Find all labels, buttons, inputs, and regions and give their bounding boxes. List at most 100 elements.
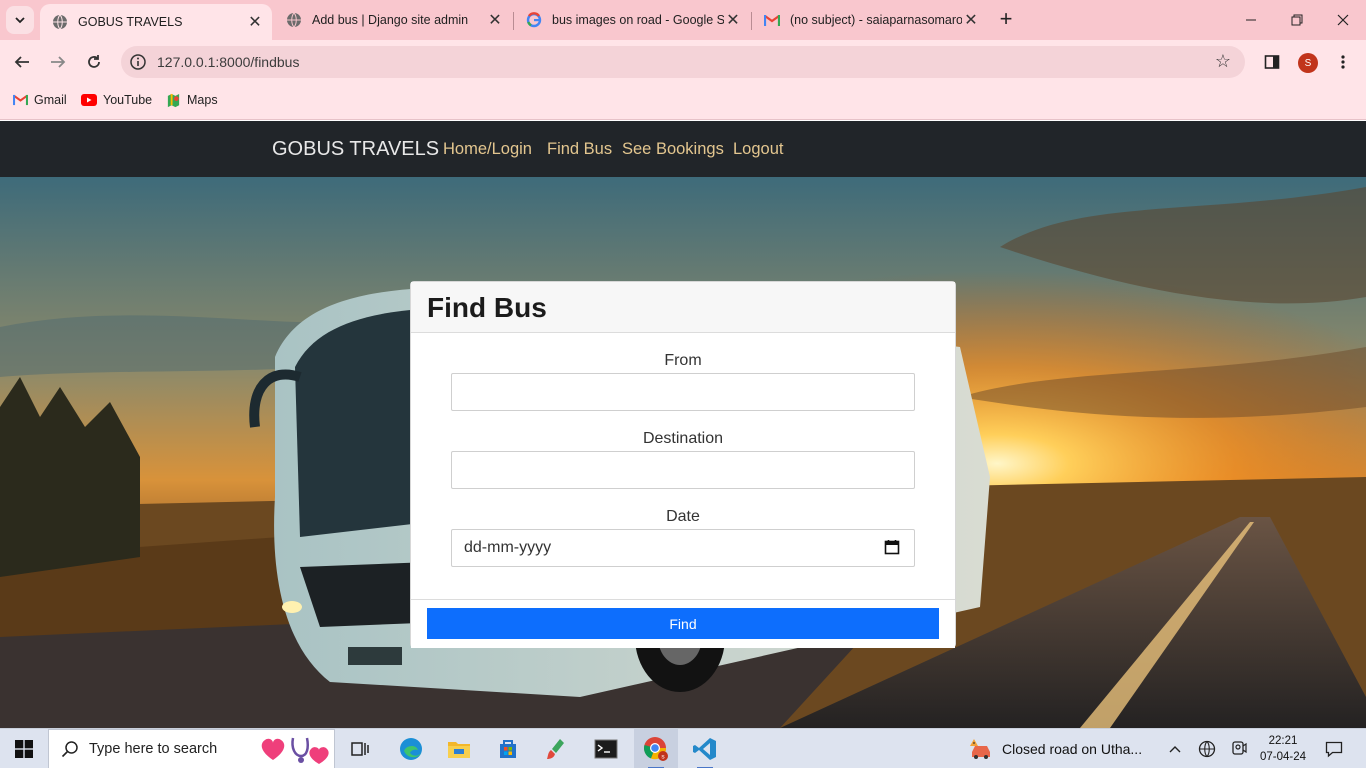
road-closure-icon[interactable] [966,729,996,768]
file-explorer-app[interactable] [438,729,480,768]
search-placeholder: Type here to search [89,741,218,757]
find-bus-card: Find Bus From Destination Date dd-mm-yyy… [410,281,956,648]
webcam-icon [1232,741,1247,755]
tab-google-search[interactable]: bus images on road - Google S ✕ [514,0,750,40]
nav-link-see-bookings[interactable]: See Bookings [622,140,724,159]
calendar-icon[interactable] [884,539,900,555]
window-close-button[interactable] [1320,0,1366,40]
card-header: Find Bus [411,282,955,333]
card-title: Find Bus [427,292,547,323]
site-brand[interactable]: GOBUS TRAVELS [272,138,439,161]
task-view-icon [351,742,369,756]
start-button[interactable] [0,729,48,768]
more-vertical-icon [1341,55,1345,69]
browser-toolbar: 127.0.0.1:8000/findbus ☆ [0,40,1366,84]
health-hearts-icon [261,737,329,764]
gmail-icon [12,92,28,108]
tab-title: Add bus | Django site admin [312,13,469,27]
url-text[interactable]: 127.0.0.1:8000/findbus [157,54,299,70]
find-button[interactable]: Find [427,608,939,639]
side-panel-icon [1264,55,1280,69]
paint-brush-icon [547,739,564,759]
close-icon[interactable]: ✕ [962,11,980,29]
date-input[interactable]: dd-mm-yyyy [451,529,915,567]
taskbar-search[interactable]: Type here to search [48,729,335,768]
restore-icon [1291,14,1303,26]
chevron-up-icon [1169,746,1181,753]
meet-now-button[interactable] [1228,729,1250,768]
gmail-icon [764,12,780,28]
profile-avatar[interactable]: S [1298,53,1318,73]
from-label: From [664,352,702,369]
chrome-icon: s [644,737,668,761]
clock-time: 22:21 [1268,735,1298,747]
notification-center-button[interactable] [1320,729,1348,768]
tab-gmail[interactable]: (no subject) - saiaparnasomaro ✕ [752,0,988,40]
bookmark-label: Maps [187,93,218,107]
vscode-icon [693,738,716,760]
restore-button[interactable] [1274,0,1320,40]
from-input[interactable] [451,373,915,411]
bookmark-gmail[interactable]: Gmail [12,92,67,108]
store-app[interactable] [487,729,529,768]
close-icon[interactable]: ✕ [246,13,264,31]
reload-icon [88,55,100,68]
new-tab-button[interactable]: + [994,8,1018,32]
destination-input[interactable] [451,451,915,489]
globe-icon [286,12,302,28]
system-clock[interactable]: 22:21 07-04-24 [1260,733,1306,765]
tab-gobus[interactable]: GOBUS TRAVELS ✕ [40,4,272,40]
clock-date: 07-04-24 [1260,751,1307,763]
google-icon [526,12,542,28]
vscode-app[interactable] [684,729,726,768]
minimize-icon [1246,19,1256,21]
nav-link-find-bus[interactable]: Find Bus [547,140,612,159]
edge-app[interactable] [390,729,432,768]
arrow-right-icon [51,56,66,68]
terminal-app[interactable] [585,729,627,768]
menu-button[interactable] [1329,48,1357,76]
page-viewport: GOBUS TRAVELS Home/Login Find Bus See Bo… [0,121,1366,728]
nav-link-home-login[interactable]: Home/Login [443,140,532,159]
bookmark-label: Gmail [34,93,67,107]
card-footer: Find [411,599,955,648]
reload-button[interactable] [80,48,108,76]
tab-title: GOBUS TRAVELS [78,15,183,29]
edge-icon [400,738,422,760]
youtube-icon [81,92,97,108]
minimize-button[interactable] [1228,0,1274,40]
address-bar[interactable]: 127.0.0.1:8000/findbus ☆ [121,46,1245,78]
task-view-button[interactable] [340,729,380,768]
car-alert-icon [970,739,990,759]
destination-label: Destination [642,430,724,447]
globe-icon [52,14,68,30]
search-icon [61,741,78,758]
bookmark-maps[interactable]: Maps [165,92,218,108]
nav-link-logout[interactable]: Logout [733,140,783,159]
tab-strip: GOBUS TRAVELS ✕ Add bus | Django site ad… [0,0,1366,40]
chat-bubble-icon [1325,741,1343,758]
forward-button[interactable] [44,48,72,76]
store-icon [500,740,516,758]
close-icon[interactable]: ✕ [486,11,504,29]
tab-title: (no subject) - saiaparnasomaro [790,13,962,27]
tab-django-admin[interactable]: Add bus | Django site admin ✕ [274,0,512,40]
notification-text[interactable]: Closed road on Utha... [1002,741,1142,757]
chrome-app[interactable]: s [634,729,678,768]
close-icon [1337,14,1349,26]
bookmarks-bar: Gmail YouTube Maps [0,84,1366,120]
side-panel-button[interactable] [1258,48,1286,76]
terminal-icon [594,739,618,759]
tray-overflow-button[interactable] [1165,729,1185,768]
date-placeholder: dd-mm-yyyy [464,539,552,556]
close-icon[interactable]: ✕ [724,11,742,29]
network-button[interactable] [1196,729,1218,768]
bookmark-label: YouTube [103,93,153,107]
paint-app[interactable] [536,729,578,768]
taskbar: Type here to search s Closed road on Uth… [0,728,1366,768]
bookmark-star-icon[interactable]: ☆ [1215,51,1231,72]
back-button[interactable] [8,48,36,76]
site-info-icon[interactable] [129,53,147,71]
bookmark-youtube[interactable]: YouTube [81,92,152,108]
tab-search-button[interactable] [6,6,34,34]
